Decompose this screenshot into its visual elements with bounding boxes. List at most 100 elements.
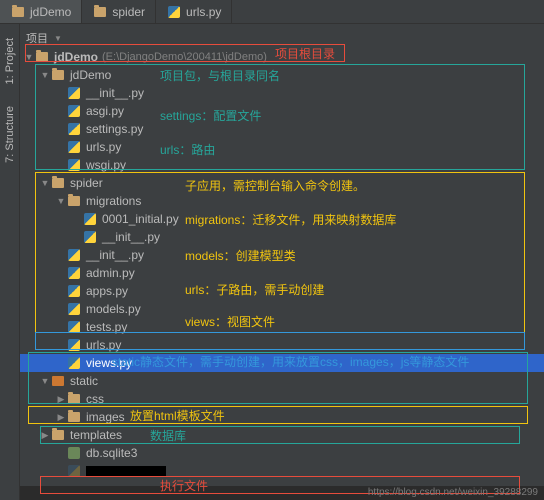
node-label: urls.py: [86, 338, 121, 352]
node-label: __init__.py: [86, 86, 144, 100]
project-tree: 项目 ▼ jdDemo (E:\DjangoDemo\200411\jdDemo…: [20, 24, 544, 486]
folder-icon: [66, 394, 82, 404]
python-file-icon: [66, 339, 82, 351]
node-label: views.py: [86, 356, 132, 370]
node-label: images: [86, 410, 125, 424]
expand-toggle[interactable]: [40, 430, 50, 441]
node-label: static: [70, 374, 98, 388]
tool-window-strip: 1: Project 7: Structure: [0, 24, 20, 500]
project-tree-toolbar: 项目 ▼: [20, 28, 544, 48]
tree-file[interactable]: admin.py: [20, 264, 544, 282]
node-label: settings.py: [86, 122, 143, 136]
watermark: https://blog.csdn.net/weixin_39288299: [368, 487, 538, 498]
python-file-icon: [66, 141, 82, 153]
node-label: jdDemo: [54, 50, 98, 64]
folder-icon: [92, 7, 108, 17]
tree-file-redacted[interactable]: [20, 462, 544, 480]
chevron-down-icon[interactable]: ▼: [54, 34, 62, 43]
node-path: (E:\DjangoDemo\200411\jdDemo): [102, 51, 267, 63]
structure-tool-tab[interactable]: 7: Structure: [2, 100, 18, 169]
node-label: urls.py: [86, 140, 121, 154]
folder-icon: [50, 70, 66, 80]
tree-folder-spider[interactable]: spider: [20, 174, 544, 192]
tab-jddemo[interactable]: jdDemo: [0, 0, 82, 23]
node-label: css: [86, 392, 104, 406]
tree-file[interactable]: views.py: [20, 354, 544, 372]
expand-toggle[interactable]: [40, 70, 50, 80]
expand-toggle[interactable]: [40, 376, 50, 386]
expand-toggle[interactable]: [56, 394, 66, 405]
tree-file[interactable]: settings.py: [20, 120, 544, 138]
folder-icon: [66, 196, 82, 206]
tree-file[interactable]: wsgi.py: [20, 156, 544, 174]
python-file-icon: [66, 87, 82, 99]
node-label: __init__.py: [102, 230, 160, 244]
expand-toggle[interactable]: [56, 196, 66, 206]
expand-toggle[interactable]: [56, 412, 66, 423]
tree-file[interactable]: __init__.py: [20, 228, 544, 246]
node-label: spider: [70, 176, 103, 190]
node-label: 0001_initial.py: [102, 212, 179, 226]
expand-toggle[interactable]: [24, 52, 34, 62]
node-label: jdDemo: [70, 68, 111, 82]
tab-label: spider: [112, 5, 145, 19]
python-file-icon: [66, 123, 82, 135]
database-icon: [66, 447, 82, 459]
tree-file[interactable]: models.py: [20, 300, 544, 318]
tree-file-db[interactable]: db.sqlite3: [20, 444, 544, 462]
tree-folder[interactable]: images: [20, 408, 544, 426]
tree-file[interactable]: asgi.py: [20, 102, 544, 120]
folder-icon: [66, 412, 82, 422]
python-file-icon: [82, 231, 98, 243]
tree-file[interactable]: 0001_initial.py: [20, 210, 544, 228]
node-label: templates: [70, 428, 122, 442]
tree-folder[interactable]: css: [20, 390, 544, 408]
node-label: tests.py: [86, 320, 127, 334]
python-file-icon: [66, 357, 82, 369]
node-label: asgi.py: [86, 104, 124, 118]
tree-folder-migrations[interactable]: migrations: [20, 192, 544, 210]
tree-folder-static[interactable]: static: [20, 372, 544, 390]
folder-icon: [34, 52, 50, 62]
toolbar-label: 项目: [26, 30, 48, 46]
python-file-icon: [66, 105, 82, 117]
node-label: models.py: [86, 302, 141, 316]
tree-file[interactable]: tests.py: [20, 318, 544, 336]
node-label: db.sqlite3: [86, 446, 137, 460]
folder-icon: [50, 376, 66, 386]
tab-urls[interactable]: urls.py: [156, 0, 232, 23]
python-file-icon: [82, 213, 98, 225]
node-label: apps.py: [86, 284, 128, 298]
tree-spacer: [20, 480, 544, 486]
python-file-icon: [66, 159, 82, 171]
folder-icon: [10, 7, 26, 17]
tab-spider[interactable]: spider: [82, 0, 156, 23]
python-file-icon: [66, 303, 82, 315]
python-file-icon: [166, 6, 182, 18]
python-file-icon: [66, 249, 82, 261]
node-label: wsgi.py: [86, 158, 126, 172]
file-icon: [66, 465, 82, 477]
node-label: __init__.py: [86, 248, 144, 262]
tree-file[interactable]: urls.py: [20, 138, 544, 156]
python-file-icon: [66, 267, 82, 279]
node-label: [86, 466, 166, 476]
node-label: migrations: [86, 194, 141, 208]
folder-icon: [50, 430, 66, 440]
tree-file[interactable]: __init__.py: [20, 84, 544, 102]
python-file-icon: [66, 321, 82, 333]
folder-icon: [50, 178, 66, 188]
tree-file[interactable]: apps.py: [20, 282, 544, 300]
tree-file[interactable]: urls.py: [20, 336, 544, 354]
tree-folder-templates[interactable]: templates: [20, 426, 544, 444]
node-label: admin.py: [86, 266, 135, 280]
tab-label: jdDemo: [30, 5, 71, 19]
tree-file[interactable]: __init__.py: [20, 246, 544, 264]
expand-toggle[interactable]: [40, 178, 50, 188]
python-file-icon: [66, 285, 82, 297]
tab-label: urls.py: [186, 5, 221, 19]
project-tool-tab[interactable]: 1: Project: [2, 32, 18, 90]
tree-folder-jddemo[interactable]: jdDemo: [20, 66, 544, 84]
tree-root[interactable]: jdDemo (E:\DjangoDemo\200411\jdDemo): [20, 48, 544, 66]
editor-tabs: jdDemo spider urls.py: [0, 0, 544, 24]
